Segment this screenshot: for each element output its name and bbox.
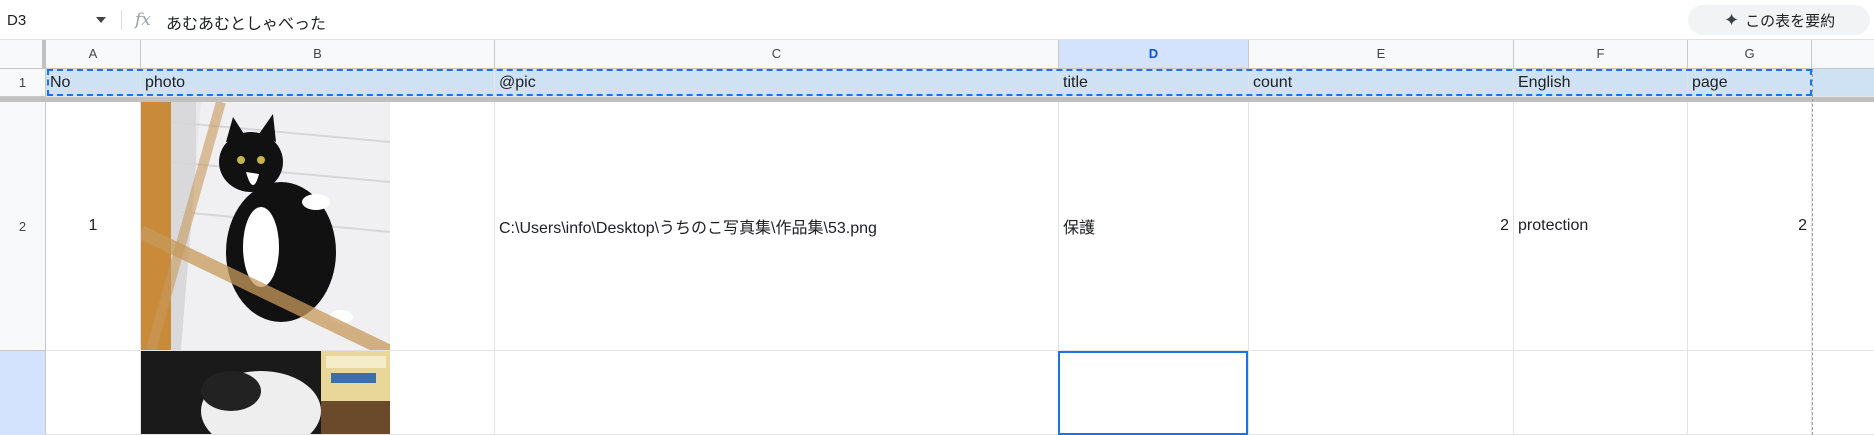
formula-bar: D3 fx あむあむとしゃべった ✦ この表を要約	[0, 0, 1874, 40]
cell-g1[interactable]: page	[1688, 69, 1812, 97]
column-header-h[interactable]	[1812, 40, 1874, 68]
cell-c1[interactable]: @pic	[495, 69, 1059, 97]
cat-photo-image	[141, 102, 390, 350]
divider	[121, 10, 122, 30]
cell-a1[interactable]: No	[46, 69, 141, 97]
fx-icon: fx	[135, 10, 151, 30]
cell-d2[interactable]: 保護	[1059, 102, 1249, 351]
cell-c3[interactable]	[495, 351, 1059, 435]
cell-h2[interactable]	[1812, 102, 1874, 351]
cell-e3[interactable]	[1249, 351, 1514, 435]
cell-e1[interactable]: count	[1249, 69, 1514, 97]
cell-f2[interactable]: protection	[1514, 102, 1688, 351]
column-header-a[interactable]: A	[46, 40, 141, 68]
column-header-c[interactable]: C	[495, 40, 1059, 68]
chevron-down-icon[interactable]	[96, 17, 106, 23]
column-header-b[interactable]: B	[141, 40, 495, 68]
page-break-line	[1812, 69, 1813, 435]
cell-d1[interactable]: title	[1059, 69, 1249, 97]
cell-h1[interactable]	[1812, 69, 1874, 97]
active-cell-outline[interactable]	[1058, 351, 1248, 435]
cell-e2[interactable]: 2	[1249, 102, 1514, 351]
column-header-row: A B C D E F G	[0, 40, 1874, 69]
cell-b2[interactable]	[141, 102, 495, 351]
cell-b3[interactable]	[141, 351, 495, 435]
summarize-label: この表を要約	[1745, 12, 1836, 30]
summarize-table-button[interactable]: ✦ この表を要約	[1688, 5, 1870, 35]
cell-f3[interactable]	[1514, 351, 1688, 435]
row-header-2[interactable]: 2	[0, 102, 46, 351]
formula-input[interactable]: あむあむとしゃべった	[166, 10, 326, 34]
cat-photo-image	[141, 351, 390, 434]
cell-b1[interactable]: photo	[141, 69, 495, 97]
cell-g2[interactable]: 2	[1688, 102, 1812, 351]
row-header-1[interactable]: 1	[0, 69, 46, 97]
column-header-g[interactable]: G	[1688, 40, 1812, 68]
cell-g3[interactable]	[1688, 351, 1812, 435]
sparkle-icon: ✦	[1724, 9, 1740, 30]
cell-a3[interactable]	[46, 351, 141, 435]
cell-a2[interactable]: 1	[46, 102, 141, 351]
cell-reference[interactable]: D3	[0, 12, 96, 29]
cell-c2[interactable]: C:\Users\info\Desktop\うちのこ写真集\作品集\53.png	[495, 102, 1059, 351]
column-header-f[interactable]: F	[1514, 40, 1688, 68]
column-header-e[interactable]: E	[1249, 40, 1514, 68]
row-header-3[interactable]	[0, 351, 46, 435]
select-all-corner[interactable]	[0, 40, 46, 68]
column-header-d[interactable]: D	[1059, 40, 1249, 68]
cell-h3[interactable]	[1812, 351, 1874, 435]
cell-f1[interactable]: English	[1514, 69, 1688, 97]
name-box[interactable]: D3	[0, 6, 116, 34]
